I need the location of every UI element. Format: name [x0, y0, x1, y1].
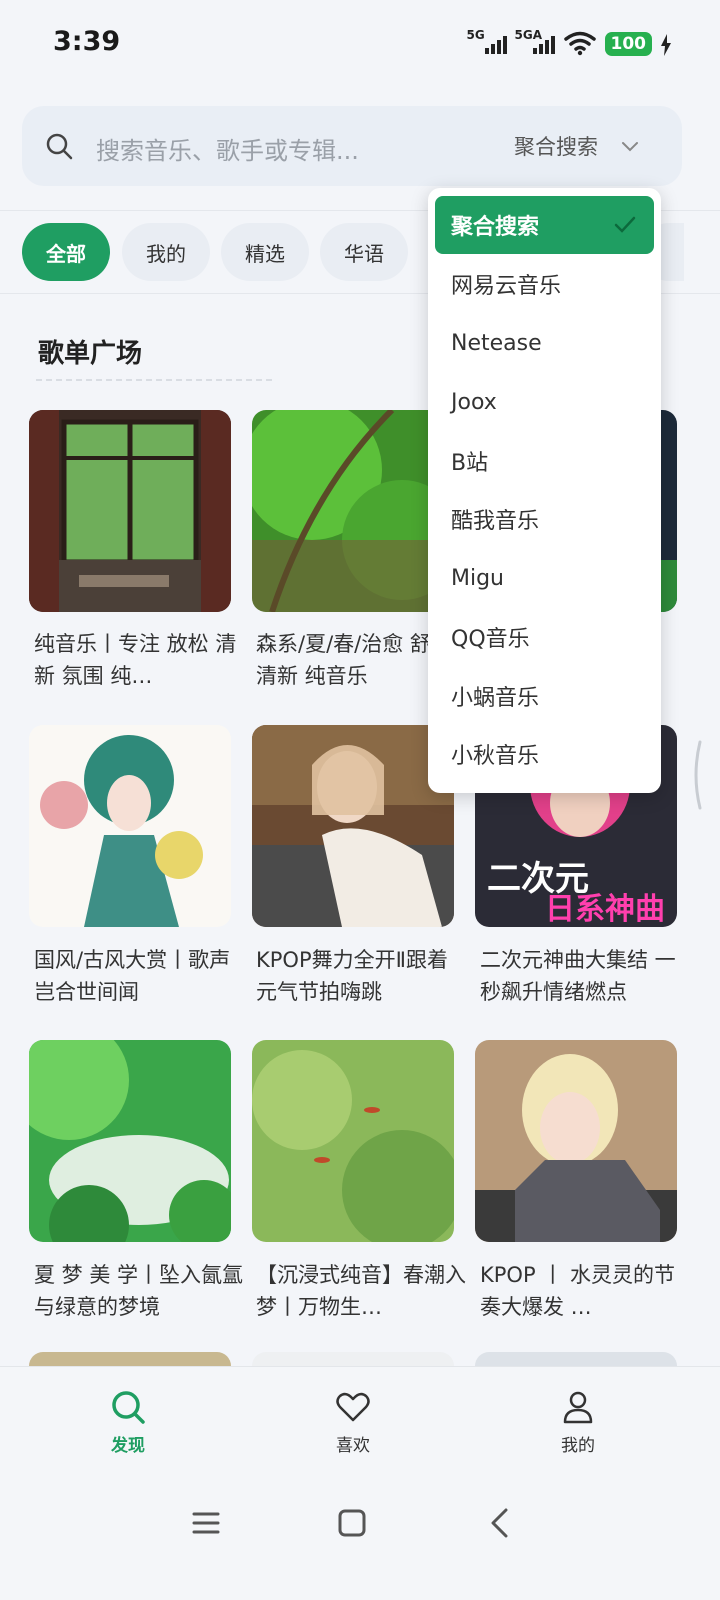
back-icon[interactable]	[482, 1505, 518, 1541]
dropdown-option-aggregate[interactable]: 聚合搜索	[435, 196, 654, 254]
playlist-cover[interactable]	[29, 725, 231, 927]
charging-icon	[661, 34, 671, 56]
nav-profile[interactable]: 我的	[538, 1389, 618, 1456]
nav-label: 喜欢	[336, 1436, 370, 1456]
tab-featured[interactable]: 精选	[221, 223, 309, 281]
search-icon	[46, 133, 73, 160]
nav-favorites[interactable]: 喜欢	[313, 1389, 393, 1456]
dropdown-option[interactable]: QQ音乐	[428, 608, 661, 666]
edge-handle-icon[interactable]	[690, 740, 702, 810]
playlist-title[interactable]: KPOP舞力全开Ⅱ跟着元气节拍嗨跳	[256, 944, 466, 1008]
dropdown-option-label: 聚合搜索	[451, 215, 540, 240]
search-source-dropdown: 聚合搜索 网易云音乐 Netease Joox B站 酷我音乐 Migu QQ音…	[428, 188, 661, 793]
dropdown-option[interactable]: Migu	[428, 549, 661, 607]
signal-icon: 5GA	[515, 28, 555, 56]
playlist-cover[interactable]	[29, 1352, 231, 1366]
section-title: 歌单广场	[38, 339, 143, 369]
tab-mine[interactable]: 我的	[122, 223, 210, 281]
playlist-cover[interactable]	[252, 725, 454, 927]
menu-icon[interactable]	[188, 1505, 224, 1541]
tab-chinese[interactable]: 华语	[320, 223, 408, 281]
playlist-title[interactable]: 夏 梦 美 学丨坠入氤氲与绿意的梦境	[34, 1259, 244, 1323]
search-icon	[112, 1391, 145, 1424]
nav-label: 发现	[111, 1436, 145, 1456]
playlist-cover[interactable]	[252, 410, 454, 612]
signal-icon: 5G	[467, 28, 507, 56]
dropdown-option[interactable]: 小秋音乐	[428, 725, 661, 783]
tab-all[interactable]: 全部	[22, 223, 110, 281]
chevron-down-icon[interactable]	[620, 136, 640, 156]
battery-icon: 100	[604, 32, 652, 56]
dropdown-option[interactable]: 网易云音乐	[428, 255, 661, 313]
dropdown-option[interactable]: 小蜗音乐	[428, 667, 661, 725]
search-source-select[interactable]: 聚合搜索	[514, 131, 598, 161]
search-input[interactable]: 搜索音乐、歌手或专辑...	[96, 131, 359, 166]
status-icons: 5G 5GA 100	[467, 26, 673, 56]
bottom-nav: 发现 喜欢 我的	[0, 1366, 720, 1600]
playlist-title[interactable]: 国风/古风大赏丨歌声岂合世间闻	[34, 944, 244, 1008]
dropdown-option[interactable]: B站	[428, 432, 661, 490]
dropdown-option[interactable]: 酷我音乐	[428, 490, 661, 548]
user-icon	[563, 1391, 593, 1424]
playlist-cover[interactable]	[475, 1352, 677, 1366]
playlist-title[interactable]: 二次元神曲大集结 一秒飙升情绪燃点	[480, 944, 690, 1008]
dropdown-option[interactable]: Joox	[428, 373, 661, 431]
playlist-cover[interactable]	[29, 1040, 231, 1242]
playlist-cover[interactable]	[252, 1040, 454, 1242]
signal-label: 5G	[466, 28, 485, 42]
nav-discover[interactable]: 发现	[88, 1389, 168, 1456]
home-icon[interactable]	[334, 1505, 370, 1541]
cover-text: 日系神曲	[545, 893, 665, 926]
playlist-cover[interactable]	[252, 1352, 454, 1366]
status-time: 3:39	[53, 26, 121, 57]
nav-label: 我的	[561, 1436, 595, 1456]
playlist-title[interactable]: 纯音乐丨专注 放松 清新 氛围 纯…	[34, 628, 244, 692]
dropdown-option[interactable]: Netease	[428, 314, 661, 372]
playlist-title[interactable]: KPOP 丨 水灵灵的节奏大爆发 …	[480, 1259, 690, 1323]
heart-icon	[336, 1392, 370, 1422]
wifi-icon	[563, 31, 596, 56]
section-divider	[36, 379, 272, 381]
playlist-cover[interactable]	[475, 1040, 677, 1242]
status-bar: 3:39 5G 5GA 100	[0, 0, 720, 88]
playlist-title[interactable]: 【沉浸式纯音】春潮入梦丨万物生…	[256, 1259, 466, 1323]
search-bar[interactable]: 搜索音乐、歌手或专辑... 聚合搜索	[22, 106, 682, 186]
check-icon	[614, 216, 636, 233]
playlist-cover[interactable]	[29, 410, 231, 612]
